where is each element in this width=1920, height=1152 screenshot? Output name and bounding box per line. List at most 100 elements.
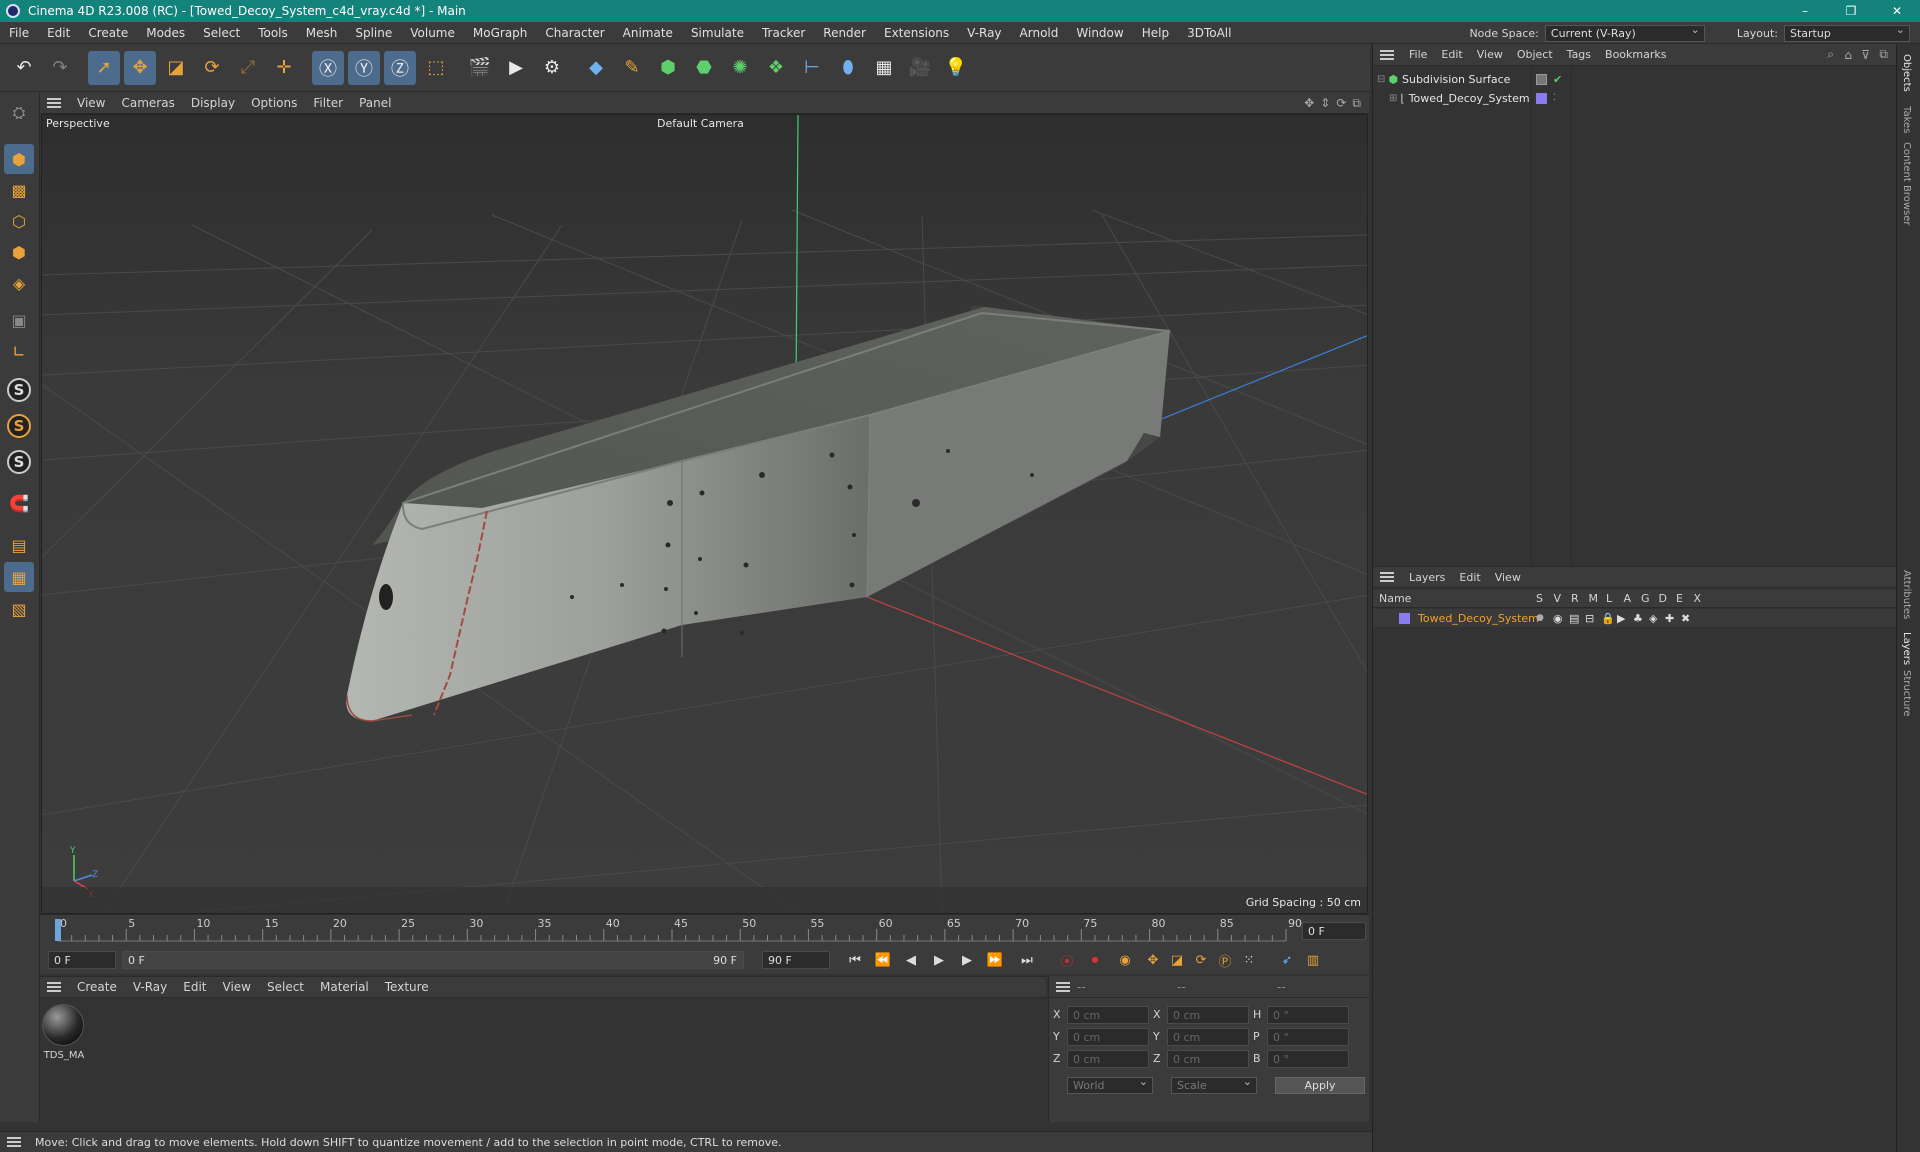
- model-mode-icon[interactable]: ⬢: [4, 144, 34, 174]
- coord-value-field[interactable]: 0 °: [1267, 1006, 1349, 1024]
- planar-workplane-icon[interactable]: ▧: [4, 594, 34, 624]
- menu-extensions[interactable]: Extensions: [875, 26, 958, 40]
- key-position-icon[interactable]: ✥: [1142, 949, 1164, 971]
- material-menu-view[interactable]: View: [215, 980, 259, 994]
- side-tab-takes[interactable]: Takes: [1901, 106, 1912, 133]
- material-menu-icon[interactable]: [47, 982, 61, 992]
- layer-name[interactable]: Towed_Decoy_System: [1418, 612, 1539, 625]
- locked-workplane-icon[interactable]: ▦: [4, 562, 34, 592]
- object-menu-tags[interactable]: Tags: [1560, 48, 1598, 61]
- coordinate-menu-icon[interactable]: [1056, 981, 1070, 992]
- snap-magnet-icon[interactable]: 🧲: [4, 488, 34, 518]
- layer-solo-icon[interactable]: ●: [1536, 613, 1544, 623]
- workplane-icon[interactable]: ▤: [4, 530, 34, 560]
- menu-tracker[interactable]: Tracker: [753, 26, 814, 40]
- coordinate-system-icon[interactable]: ⬚: [420, 51, 452, 85]
- minimize-button[interactable]: –: [1782, 0, 1828, 22]
- mograph-effector-icon[interactable]: ❖: [760, 51, 792, 85]
- close-button[interactable]: ✕: [1874, 0, 1920, 22]
- menu-spline[interactable]: Spline: [346, 26, 401, 40]
- side-tab-attributes[interactable]: Attributes: [1901, 570, 1912, 619]
- solo-off-icon[interactable]: S: [7, 378, 31, 402]
- solo-hierarchy-icon[interactable]: S: [7, 450, 31, 474]
- rotate-tool-icon[interactable]: ⟳: [196, 51, 228, 85]
- coord-value-field[interactable]: 0 cm: [1067, 1050, 1149, 1068]
- y-axis-lock-icon[interactable]: Ⓨ: [348, 50, 380, 85]
- layer-column-l[interactable]: L: [1606, 592, 1612, 605]
- make-editable-icon[interactable]: ⛭: [4, 98, 34, 128]
- viewport-camera-name[interactable]: Default Camera: [657, 117, 744, 130]
- material-menu-vray[interactable]: V-Ray: [125, 980, 175, 994]
- light-icon[interactable]: 💡: [940, 51, 972, 85]
- coord-value-field[interactable]: 0 cm: [1167, 1050, 1249, 1068]
- coord-value-field[interactable]: 0 cm: [1167, 1006, 1249, 1024]
- timeline-ruler[interactable]: 0 5 10 15 20 25 30 35 40 45 50 55 60 65 70 75 80 85 90 0 F: [40, 914, 1369, 946]
- menu-character[interactable]: Character: [536, 26, 613, 40]
- layer-visible-icon[interactable]: ◉: [1553, 612, 1563, 625]
- previous-key-icon[interactable]: ⏪: [872, 949, 894, 971]
- material-menu-create[interactable]: Create: [69, 980, 125, 994]
- menu-file[interactable]: File: [0, 26, 38, 40]
- timeline-window-icon[interactable]: ▥: [1302, 949, 1324, 971]
- go-to-start-icon[interactable]: ⏮: [844, 949, 866, 971]
- node-space-dropdown[interactable]: Current (V-Ray): [1544, 23, 1705, 42]
- layer-color-swatch[interactable]: [1399, 612, 1410, 624]
- layer-xref-icon[interactable]: ✖: [1681, 612, 1690, 625]
- edges-mode-icon[interactable]: ⬢: [4, 237, 34, 267]
- object-menu-object[interactable]: Object: [1510, 48, 1560, 61]
- render-view-icon[interactable]: 🎬: [464, 51, 496, 85]
- menu-mograph[interactable]: MoGraph: [464, 26, 537, 40]
- next-key-icon[interactable]: ⏩: [984, 949, 1006, 971]
- viewport-maximize-icon[interactable]: ⧉: [1352, 96, 1361, 111]
- viewport-menu-display[interactable]: Display: [183, 96, 243, 110]
- start-frame-field[interactable]: 0 F: [48, 951, 116, 969]
- expand-icon[interactable]: ⊟: [1377, 74, 1385, 85]
- viewport-menu-filter[interactable]: Filter: [305, 96, 351, 110]
- render-picture-viewer-icon[interactable]: ▶: [500, 51, 532, 85]
- object-new-window-icon[interactable]: ⧉: [1879, 47, 1888, 62]
- viewport-rotate-icon[interactable]: ⟳: [1336, 96, 1346, 110]
- layer-color-swatch[interactable]: [1536, 92, 1547, 104]
- viewport-menu-icon[interactable]: [47, 97, 61, 108]
- viewport-menu-view[interactable]: View: [69, 96, 113, 110]
- play-icon[interactable]: ▶: [928, 949, 950, 971]
- end-frame-field[interactable]: 90 F: [762, 951, 830, 969]
- material-menu-material[interactable]: Material: [312, 980, 377, 994]
- object-home-icon[interactable]: ⌂: [1844, 48, 1852, 62]
- layer-expressions-icon[interactable]: ✚: [1665, 612, 1674, 625]
- side-tab-content-browser[interactable]: Content Browser: [1901, 142, 1912, 225]
- layer-column-g[interactable]: G: [1641, 592, 1650, 605]
- enabled-check-icon[interactable]: ✔: [1553, 73, 1562, 86]
- x-axis-lock-icon[interactable]: Ⓧ: [312, 50, 344, 85]
- go-to-end-icon[interactable]: ⏭: [1016, 949, 1038, 971]
- coord-value-field[interactable]: 0 °: [1267, 1028, 1349, 1046]
- menu-tools[interactable]: Tools: [249, 26, 297, 40]
- material-menu-texture[interactable]: Texture: [377, 980, 437, 994]
- extrude-generator-icon[interactable]: ⬣: [688, 51, 720, 85]
- layer-column-x[interactable]: X: [1694, 592, 1702, 605]
- coord-value-field[interactable]: 0 cm: [1067, 1006, 1149, 1024]
- key-parameter-icon[interactable]: Ⓟ: [1214, 949, 1236, 971]
- solo-single-icon[interactable]: S: [7, 414, 31, 438]
- current-frame-field[interactable]: 0 F: [1302, 922, 1366, 940]
- object-menu-bookmarks[interactable]: Bookmarks: [1598, 48, 1673, 61]
- object-menu-file[interactable]: File: [1402, 48, 1434, 61]
- layer-menu-icon[interactable]: [1380, 572, 1394, 582]
- menu-modes[interactable]: Modes: [137, 26, 194, 40]
- layer-render-icon[interactable]: ▤: [1569, 612, 1579, 625]
- viewport-menu-options[interactable]: Options: [243, 96, 305, 110]
- layer-column-m[interactable]: M: [1589, 592, 1599, 605]
- field-icon[interactable]: ⬮: [832, 51, 864, 85]
- coord-value-field[interactable]: 0 cm: [1167, 1028, 1249, 1046]
- layer-deformers-icon[interactable]: ◈: [1649, 612, 1657, 625]
- side-tab-layers[interactable]: Layers: [1901, 632, 1912, 665]
- menu-render[interactable]: Render: [814, 26, 875, 40]
- camera-icon[interactable]: 🎥: [904, 51, 936, 85]
- material-menu-select[interactable]: Select: [259, 980, 312, 994]
- layer-lock-icon[interactable]: 🔒: [1601, 612, 1615, 625]
- layer-animation-icon[interactable]: ▶: [1617, 612, 1625, 625]
- apply-button[interactable]: Apply: [1275, 1077, 1365, 1094]
- menu-simulate[interactable]: Simulate: [682, 26, 753, 40]
- menu-edit[interactable]: Edit: [38, 26, 79, 40]
- cloner-icon[interactable]: ✺: [724, 51, 756, 85]
